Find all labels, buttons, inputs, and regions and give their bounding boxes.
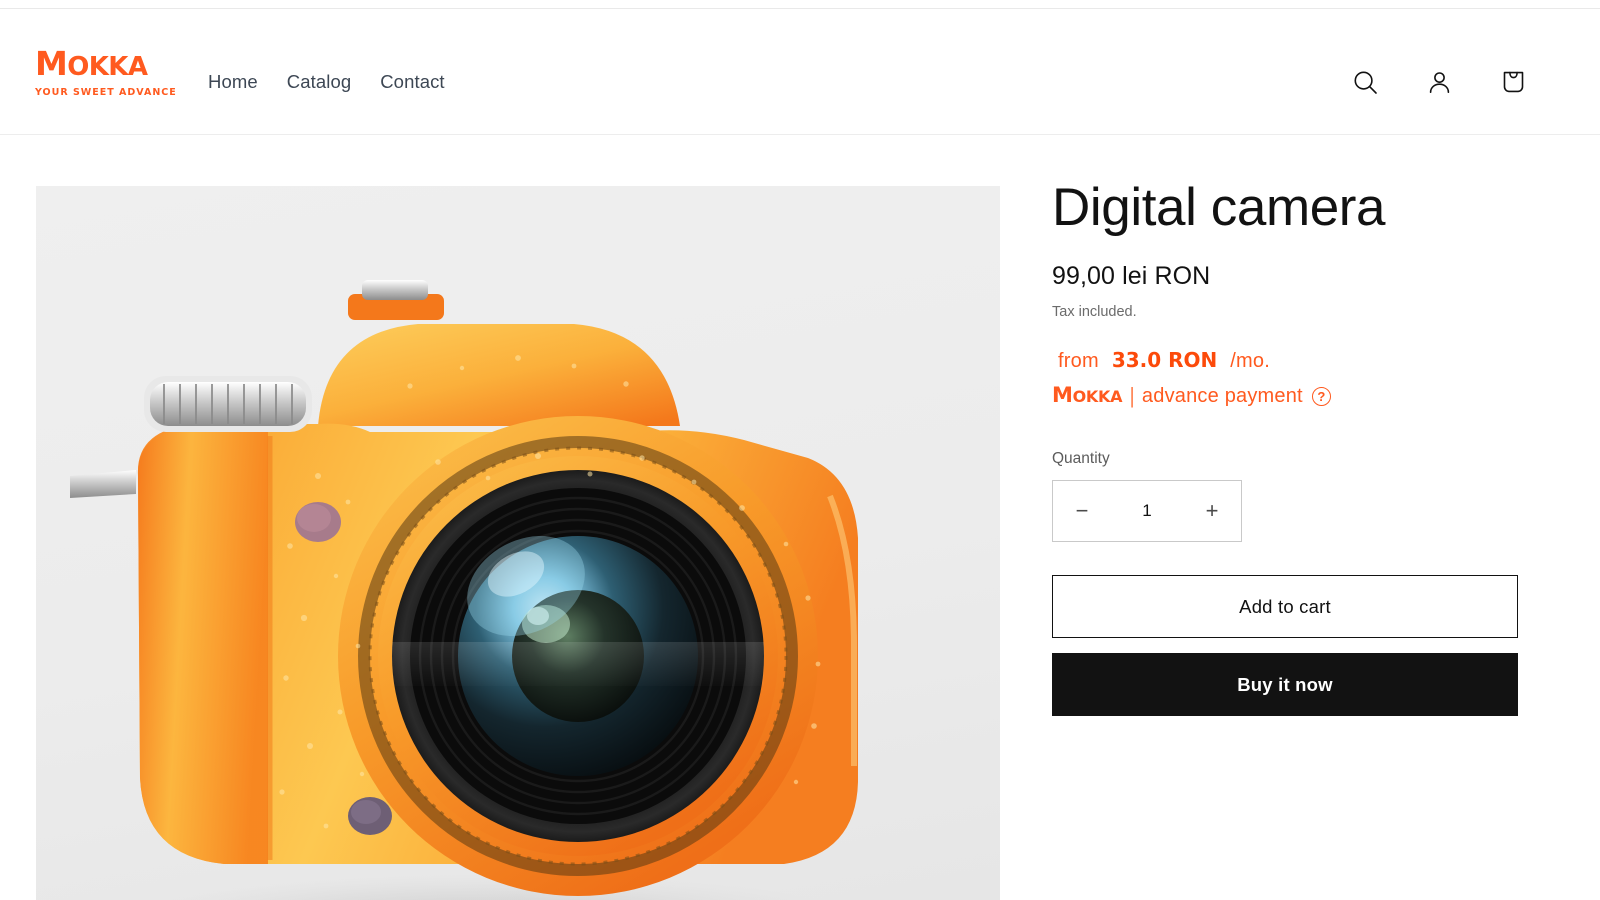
mokka-from-label: from bbox=[1058, 350, 1099, 372]
quantity-label: Quantity bbox=[1052, 450, 1110, 467]
header-utility-icons bbox=[1342, 59, 1536, 105]
product-info: Digital camera 99,00 lei RON Tax include… bbox=[1052, 178, 1520, 716]
mokka-per-month-label: /mo. bbox=[1230, 350, 1270, 372]
mokka-separator: | bbox=[1129, 383, 1135, 408]
product-gallery[interactable] bbox=[36, 186, 1000, 900]
nav-link-contact[interactable]: Contact bbox=[380, 67, 444, 97]
search-icon[interactable] bbox=[1342, 59, 1388, 105]
primary-navigation: Home Catalog Contact bbox=[208, 67, 445, 97]
help-circle-icon[interactable]: ? bbox=[1311, 386, 1331, 406]
mokka-logo-letter-m: M bbox=[1052, 383, 1073, 407]
mokka-installment-line: from 33.0 RON /mo. bbox=[1052, 345, 1520, 376]
mokka-advance-payment-widget[interactable]: from 33.0 RON /mo. MOKKA | advance payme… bbox=[1052, 345, 1520, 411]
product-title: Digital camera bbox=[1052, 178, 1386, 237]
logo-tagline: YOUR SWEET ADVANCE bbox=[35, 87, 177, 98]
quantity-decrease-button[interactable]: − bbox=[1053, 481, 1111, 541]
add-to-cart-button[interactable]: Add to cart bbox=[1052, 575, 1518, 638]
account-icon[interactable] bbox=[1416, 59, 1462, 105]
logo-wordmark: MOKKA bbox=[35, 47, 235, 84]
product-image bbox=[36, 186, 1000, 900]
tax-note: Tax included. bbox=[1052, 304, 1137, 320]
mokka-advance-payment-label: advance payment bbox=[1141, 385, 1303, 407]
mokka-brand-line: MOKKA | advance payment ? bbox=[1052, 381, 1520, 411]
nav-link-catalog[interactable]: Catalog bbox=[287, 67, 351, 97]
camera-illustration bbox=[70, 279, 858, 900]
cart-icon[interactable] bbox=[1490, 59, 1536, 105]
buy-it-now-button[interactable]: Buy it now bbox=[1052, 653, 1518, 716]
logo-letter-m: M bbox=[35, 44, 68, 83]
quantity-stepper[interactable]: − + bbox=[1052, 480, 1242, 542]
quantity-increase-button[interactable]: + bbox=[1183, 481, 1241, 541]
product-page: Digital camera 99,00 lei RON Tax include… bbox=[0, 136, 1600, 900]
site-logo[interactable]: MOKKA YOUR SWEET ADVANCE bbox=[35, 47, 235, 99]
nav-link-home[interactable]: Home bbox=[208, 67, 258, 97]
mokka-logo-letters-okka: OKKA bbox=[1072, 387, 1123, 406]
site-header: MOKKA YOUR SWEET ADVANCE Home Catalog Co… bbox=[0, 9, 1600, 135]
mokka-inline-logo: MOKKA bbox=[1052, 381, 1123, 411]
product-price: 99,00 lei RON bbox=[1052, 262, 1211, 290]
mokka-monthly-amount: 33.0 RON bbox=[1111, 348, 1218, 372]
logo-letters-okka: OKKA bbox=[67, 52, 148, 82]
quantity-input[interactable] bbox=[1111, 501, 1183, 521]
